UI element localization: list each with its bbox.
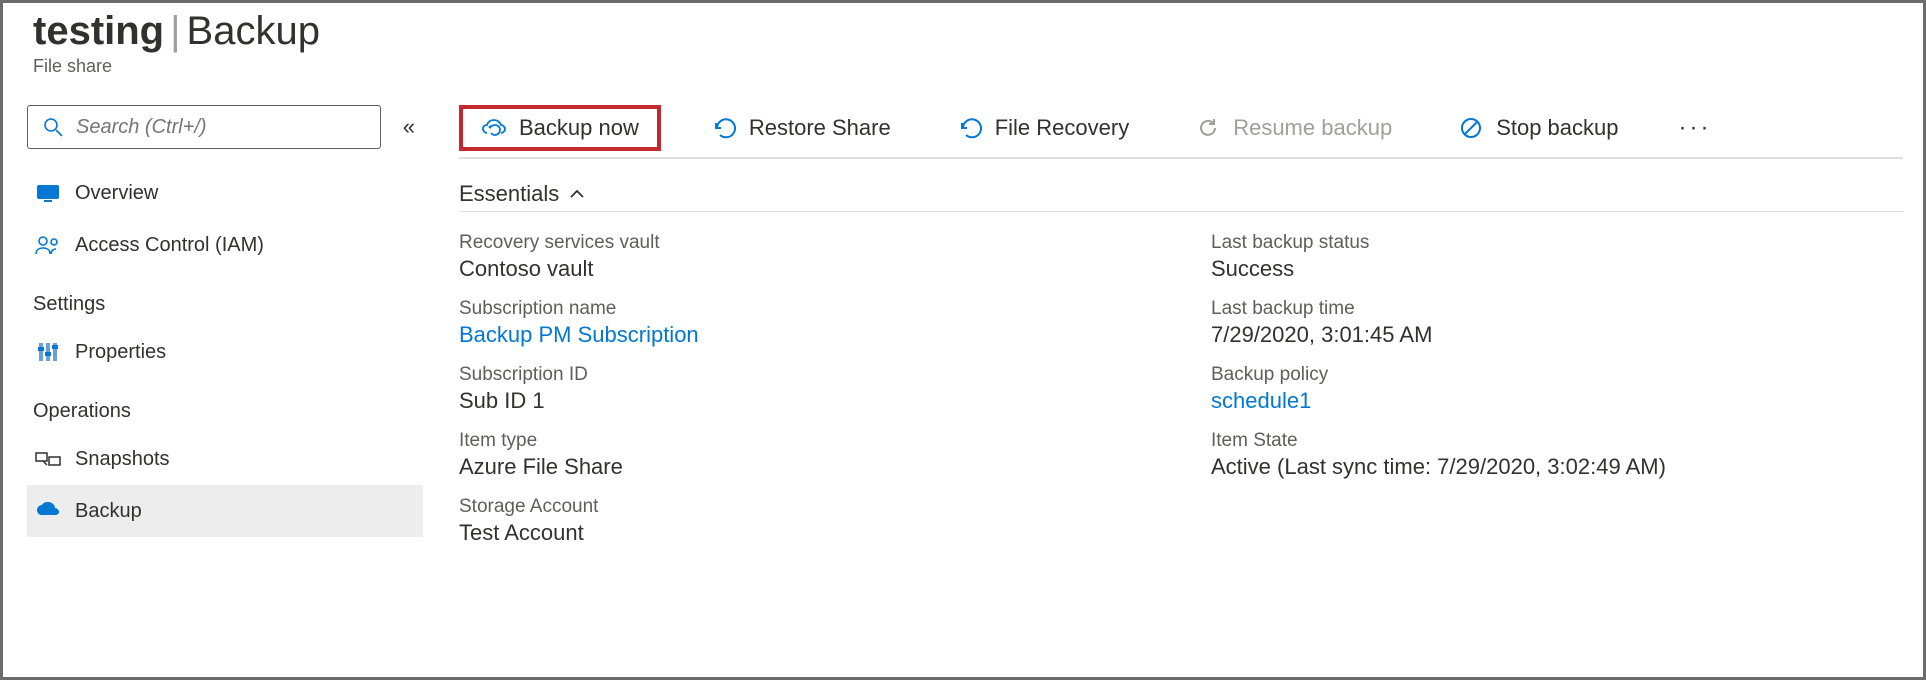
properties-icon bbox=[35, 339, 61, 365]
backup-policy-link[interactable]: schedule1 bbox=[1211, 388, 1903, 414]
sidebar-item-label: Properties bbox=[75, 341, 166, 364]
field-item-type: Item type Azure File Share bbox=[459, 430, 1151, 480]
essentials-panel: Recovery services vault Contoso vault Su… bbox=[459, 211, 1903, 562]
field-last-backup-status: Last backup status Success bbox=[1211, 232, 1903, 282]
prohibit-icon bbox=[1458, 115, 1484, 141]
last-backup-time-label: Last backup time bbox=[1211, 298, 1903, 320]
main-content: Backup now Restore Share File Recovery bbox=[423, 87, 1923, 677]
last-backup-time-value: 7/29/2020, 3:01:45 AM bbox=[1211, 322, 1903, 348]
resource-type-label: File share bbox=[33, 56, 1893, 77]
subscription-id-label: Subscription ID bbox=[459, 364, 1151, 386]
last-backup-status-value: Success bbox=[1211, 256, 1903, 282]
last-backup-status-label: Last backup status bbox=[1211, 232, 1903, 254]
item-state-label: Item State bbox=[1211, 430, 1903, 452]
backup-now-label: Backup now bbox=[519, 115, 639, 141]
stop-backup-label: Stop backup bbox=[1496, 115, 1618, 141]
backup-now-button[interactable]: Backup now bbox=[459, 105, 661, 151]
people-icon bbox=[35, 232, 61, 258]
sidebar-item-snapshots[interactable]: Snapshots bbox=[27, 433, 423, 485]
item-type-label: Item type bbox=[459, 430, 1151, 452]
subscription-id-value: Sub ID 1 bbox=[459, 388, 1151, 414]
sidebar-section-settings: Settings bbox=[33, 293, 423, 316]
search-icon bbox=[40, 114, 66, 140]
backup-now-icon bbox=[481, 115, 507, 141]
title-separator: | bbox=[170, 9, 180, 53]
backup-policy-label: Backup policy bbox=[1211, 364, 1903, 386]
field-backup-policy: Backup policy schedule1 bbox=[1211, 364, 1903, 414]
essentials-label: Essentials bbox=[459, 181, 559, 207]
sidebar-item-properties[interactable]: Properties bbox=[27, 326, 423, 378]
stop-backup-button[interactable]: Stop backup bbox=[1442, 107, 1634, 149]
recovery-vault-label: Recovery services vault bbox=[459, 232, 1151, 254]
recovery-vault-value: Contoso vault bbox=[459, 256, 1151, 282]
storage-account-label: Storage Account bbox=[459, 496, 1151, 518]
essentials-column-left: Recovery services vault Contoso vault Su… bbox=[459, 232, 1151, 562]
field-subscription-name: Subscription name Backup PM Subscription bbox=[459, 298, 1151, 348]
undo-icon bbox=[711, 115, 737, 141]
field-subscription-id: Subscription ID Sub ID 1 bbox=[459, 364, 1151, 414]
item-state-value: Active (Last sync time: 7/29/2020, 3:02:… bbox=[1211, 454, 1903, 480]
essentials-toggle[interactable]: Essentials bbox=[459, 181, 1903, 207]
subscription-name-label: Subscription name bbox=[459, 298, 1151, 320]
storage-account-value: Test Account bbox=[459, 520, 1151, 546]
page-body: « Overview Access Control (IAM) Settings bbox=[3, 87, 1923, 677]
sidebar-item-label: Access Control (IAM) bbox=[75, 234, 264, 257]
sidebar-item-backup[interactable]: Backup bbox=[27, 485, 423, 537]
sidebar-item-label: Overview bbox=[75, 182, 158, 205]
backup-icon bbox=[35, 498, 61, 524]
sidebar-item-label: Snapshots bbox=[75, 448, 170, 471]
resume-backup-label: Resume backup bbox=[1233, 115, 1392, 141]
overview-icon bbox=[35, 180, 61, 206]
resume-backup-button: Resume backup bbox=[1179, 107, 1408, 149]
file-recovery-label: File Recovery bbox=[995, 115, 1129, 141]
field-last-backup-time: Last backup time 7/29/2020, 3:01:45 AM bbox=[1211, 298, 1903, 348]
page-header: testing|Backup File share bbox=[3, 3, 1923, 87]
chevron-up-icon bbox=[569, 188, 585, 200]
sidebar-section-operations: Operations bbox=[33, 400, 423, 423]
subscription-name-link[interactable]: Backup PM Subscription bbox=[459, 322, 1151, 348]
page-title: testing|Backup bbox=[33, 9, 1893, 54]
resource-name: testing bbox=[33, 9, 164, 53]
sidebar-item-label: Backup bbox=[75, 500, 142, 523]
refresh-icon bbox=[1195, 115, 1221, 141]
restore-share-label: Restore Share bbox=[749, 115, 891, 141]
undo-icon bbox=[957, 115, 983, 141]
snapshots-icon bbox=[35, 446, 61, 472]
field-storage-account: Storage Account Test Account bbox=[459, 496, 1151, 546]
command-bar: Backup now Restore Share File Recovery bbox=[459, 99, 1903, 159]
sidebar-search-input[interactable] bbox=[76, 116, 368, 139]
essentials-column-right: Last backup status Success Last backup t… bbox=[1211, 232, 1903, 562]
sidebar-item-overview[interactable]: Overview bbox=[27, 167, 423, 219]
page-name: Backup bbox=[187, 9, 320, 53]
item-type-value: Azure File Share bbox=[459, 454, 1151, 480]
sidebar-search-row: « bbox=[27, 105, 419, 149]
more-commands-button[interactable]: ··· bbox=[1669, 114, 1722, 142]
sidebar-search-box[interactable] bbox=[27, 105, 381, 149]
field-recovery-vault: Recovery services vault Contoso vault bbox=[459, 232, 1151, 282]
sidebar-item-access-control[interactable]: Access Control (IAM) bbox=[27, 219, 423, 271]
window-frame: testing|Backup File share « Overview bbox=[0, 0, 1926, 680]
field-item-state: Item State Active (Last sync time: 7/29/… bbox=[1211, 430, 1903, 480]
collapse-sidebar-icon[interactable]: « bbox=[399, 110, 419, 144]
restore-share-button[interactable]: Restore Share bbox=[695, 107, 907, 149]
file-recovery-button[interactable]: File Recovery bbox=[941, 107, 1145, 149]
sidebar: « Overview Access Control (IAM) Settings bbox=[3, 87, 423, 677]
